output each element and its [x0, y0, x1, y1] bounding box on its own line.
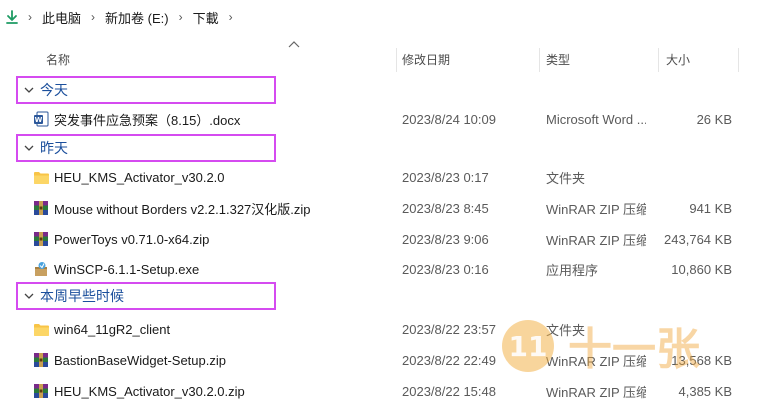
file-size: 941 KB [689, 200, 732, 216]
breadcrumb-downloads[interactable]: 下載 [189, 8, 223, 27]
column-header-date[interactable]: 修改日期 [402, 44, 450, 74]
breadcrumb-this-pc[interactable]: 此电脑 [38, 8, 85, 27]
chevron-right-icon: › [91, 10, 96, 24]
file-date: 2023/8/22 23:57 [402, 321, 496, 337]
column-divider[interactable] [396, 48, 397, 72]
file-name: Mouse without Borders v2.2.1.327汉化版.zip [54, 201, 311, 217]
column-header-name[interactable]: 名称 [46, 44, 70, 74]
group-label: 本周早些时候 [40, 288, 124, 304]
file-row[interactable]: HEU_KMS_Activator_v30.2.0.zip 2023/8/22 … [0, 376, 764, 406]
chevron-right-icon: › [28, 10, 32, 24]
file-row[interactable]: HEU_KMS_Activator_v30.2.0 2023/8/23 0:17… [0, 162, 764, 192]
file-name: win64_11gR2_client [54, 321, 171, 337]
svg-text:W: W [35, 116, 43, 124]
column-divider[interactable] [738, 48, 739, 72]
file-size: 10,860 KB [671, 261, 732, 277]
address-bar: › 此电脑 › 新加卷 (E:) › 下載 › [0, 0, 764, 34]
file-name: BastionBaseWidget-Setup.zip [54, 352, 226, 368]
file-type: WinRAR ZIP 压缩... [546, 384, 646, 400]
file-type: 文件夹 [546, 322, 586, 338]
winrar-archive-icon [33, 193, 51, 223]
file-date: 2023/8/22 15:48 [402, 383, 496, 399]
file-date: 2023/8/23 0:16 [402, 261, 489, 277]
file-type: WinRAR ZIP 压缩... [546, 201, 646, 217]
file-size: 26 KB [696, 111, 732, 127]
chevron-down-icon [24, 145, 34, 151]
file-type: Microsoft Word ... [546, 111, 646, 127]
file-date: 2023/8/23 9:06 [402, 231, 489, 247]
file-type: 文件夹 [546, 170, 586, 186]
file-row[interactable]: BastionBaseWidget-Setup.zip 2023/8/22 22… [0, 345, 764, 375]
file-date: 2023/8/24 10:09 [402, 111, 496, 127]
file-row[interactable]: Mouse without Borders v2.2.1.327汉化版.zip … [0, 193, 764, 223]
column-divider[interactable] [658, 48, 659, 72]
chevron-right-icon: › [228, 10, 233, 24]
folder-icon [33, 162, 51, 192]
column-header-size[interactable]: 大小 [666, 44, 690, 74]
file-row[interactable]: PowerToys v0.71.0-x64.zip 2023/8/23 9:06… [0, 224, 764, 254]
file-row[interactable]: W 突发事件应急预案（8.15）.docx 2023/8/24 10:09 Mi… [0, 104, 764, 134]
file-type: 应用程序 [546, 262, 599, 278]
group-header-yesterday[interactable]: 昨天 [16, 134, 276, 162]
chevron-right-icon: › [178, 10, 183, 24]
file-size: 13,568 KB [671, 352, 732, 368]
winrar-archive-icon [33, 345, 51, 375]
group-header-today[interactable]: 今天 [16, 76, 276, 104]
word-document-icon: W [33, 104, 51, 134]
file-date: 2023/8/22 22:49 [402, 352, 496, 368]
file-type: WinRAR ZIP 压缩... [546, 232, 646, 248]
column-header: 名称 修改日期 类型 大小 [0, 44, 764, 74]
chevron-down-icon [24, 87, 34, 93]
file-row[interactable]: win64_11gR2_client 2023/8/22 23:57 文件夹 [0, 314, 764, 344]
folder-icon [33, 314, 51, 344]
file-date: 2023/8/23 0:17 [402, 169, 489, 185]
file-date: 2023/8/23 8:45 [402, 200, 489, 216]
file-name: HEU_KMS_Activator_v30.2.0.zip [54, 383, 245, 399]
file-size: 4,385 KB [678, 383, 733, 399]
column-divider[interactable] [539, 48, 540, 72]
file-name: WinSCP-6.1.1-Setup.exe [54, 261, 200, 277]
file-name: PowerToys v0.71.0-x64.zip [54, 231, 210, 247]
winrar-archive-icon [33, 224, 51, 254]
download-arrow-icon[interactable] [2, 7, 22, 27]
group-label: 昨天 [40, 140, 68, 156]
file-type: WinRAR ZIP 压缩... [546, 353, 646, 369]
file-name: HEU_KMS_Activator_v30.2.0 [54, 169, 225, 185]
breadcrumb-drive-e[interactable]: 新加卷 (E:) [101, 8, 173, 27]
file-row[interactable]: WinSCP-6.1.1-Setup.exe 2023/8/23 0:16 应用… [0, 254, 764, 284]
group-label: 今天 [40, 82, 68, 98]
installer-icon [33, 254, 51, 284]
column-header-type[interactable]: 类型 [546, 44, 570, 74]
group-header-earlier-this-week[interactable]: 本周早些时候 [16, 282, 276, 310]
file-size: 243,764 KB [664, 231, 732, 247]
winrar-archive-icon [33, 376, 51, 406]
chevron-down-icon [24, 293, 34, 299]
file-name: 突发事件应急预案（8.15）.docx [54, 112, 241, 128]
